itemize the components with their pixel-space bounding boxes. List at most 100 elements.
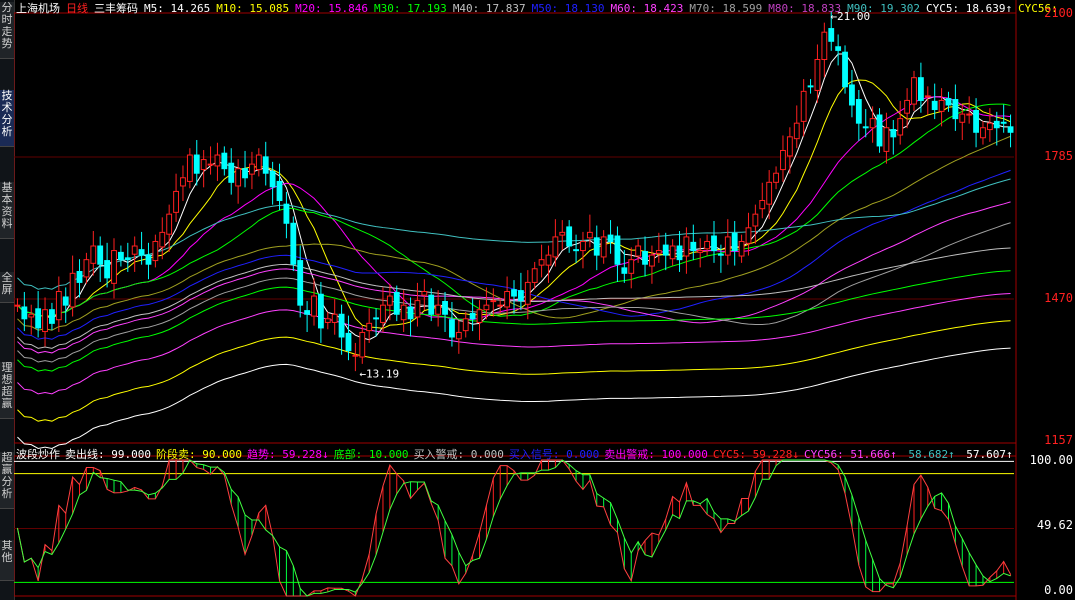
ma-line-50 [17,169,1011,340]
candle-body-120 [842,51,848,88]
candle-body-95 [669,245,676,260]
candle-body-108 [759,200,766,210]
candle-body-107 [752,213,759,227]
candle-body-133 [931,100,938,111]
candle-body-37 [269,170,276,188]
candle-body-75 [531,268,538,283]
candle-body-83 [586,231,593,239]
candle-body-38 [276,180,283,202]
ma-value-7: M70: 18.599 [689,2,763,15]
candle-body-128 [897,118,904,136]
candle-body-71 [504,291,511,308]
candle-body-62 [442,301,448,315]
indicator-value-4: 买入警戒: 0.000 [413,448,504,461]
candle-body-33 [242,168,248,179]
ma-values: M5: 14.265 M10: 15.085 M20: 15.846 M30: 17.… [144,2,1064,15]
candle-body-105 [738,240,745,257]
indicator-value-6: 卖出警戒: 100.000 [604,448,708,461]
tab-other[interactable]: 其他 [0,540,14,581]
candle-body-20 [152,240,159,262]
candle-body-59 [421,291,428,296]
candle-body-19 [145,254,152,265]
stock-name: 上海机场 [16,2,60,15]
tab-ideal-win[interactable]: 理想超赢 [0,362,14,419]
candle-body-132 [924,95,931,98]
indicator-tick-mid: 49.62 [1036,518,1073,532]
price-tick-low: 1157 [1044,433,1073,447]
candle-body-31 [228,162,235,183]
candle-body-93 [655,250,662,254]
candle-body-74 [524,281,531,305]
candle-body-72 [511,289,517,297]
ma-value-2: M20: 15.846 [295,2,368,15]
candle-body-115 [807,85,814,88]
price-tick-3: 1470 [1044,291,1073,305]
candle-body-40 [290,222,297,265]
indicator-value-1: 阶段卖: 90.000 [155,448,242,461]
candle-body-143 [1000,121,1007,124]
price-tick-high: 2100 [1044,6,1073,20]
candle-body-88 [621,267,628,274]
sidebar: 分时走势 技术分析 基本资料 全屏 理想超赢 超赢分析 其他 [0,0,15,600]
candle-body-46 [331,313,338,323]
indicator-value-0: 卖出线: 99.000 [65,448,151,461]
candle-body-114 [800,90,807,122]
candle-body-137 [959,113,966,123]
candle-body-41 [297,260,304,306]
candle-body-64 [455,331,462,340]
candle-body-13 [104,260,111,279]
candle-body-79 [559,231,566,236]
candle-body-63 [449,319,455,338]
candle-body-68 [483,304,490,311]
candle-body-92 [649,254,655,267]
candle-body-21 [159,231,166,248]
candle-body-54 [386,295,393,306]
tab-fundamentals[interactable]: 基本资料 [0,182,14,239]
candle-body-25 [186,154,193,182]
candle-body-141 [986,122,993,131]
candle-body-50 [359,331,366,358]
candle-body-111 [780,149,786,171]
indicator-value-7: CYC5: 59.228↓ [712,448,799,461]
method-label: 三丰筹码 [94,2,138,15]
tab-intraday[interactable]: 分时走势 [0,2,14,59]
candle-body-100 [704,240,711,250]
ma-value-6: M60: 18.423 [610,2,684,15]
candle-body-80 [566,226,573,247]
candle-body-134 [938,99,945,112]
candle-body-39 [283,203,290,224]
candle-body-51 [366,322,373,332]
candle-body-16 [124,257,131,261]
tab-fullscreen[interactable]: 全屏 [0,272,14,303]
candle-body-124 [869,118,876,129]
ma-value-3: M30: 17.193 [373,2,447,15]
indicator-legend-bar: 波段炒作 卖出线: 99.000 阶段卖: 90.000 趋势: 59.228↓ 底部:… [16,446,1023,461]
chart-area[interactable]: ←21.00←13.19 [14,0,1075,600]
candle-body-5 [49,309,55,324]
candle-body-144 [1007,126,1014,133]
candle-body-142 [993,120,1000,129]
candle-body-3 [35,308,42,329]
candle-body-136 [952,99,959,120]
candle-body-61 [435,304,442,315]
candle-body-96 [676,245,683,261]
period-label: 日线 [66,2,88,15]
candle-body-14 [111,250,117,284]
candle-body-104 [731,232,738,252]
candle-body-60 [428,294,435,315]
candle-body-35 [255,154,262,171]
candle-body-122 [855,99,862,124]
tab-technical-analysis[interactable]: 技术分析 [0,90,14,147]
candle-body-45 [324,318,331,323]
candle-body-24 [180,177,186,187]
candle-body-66 [469,312,476,320]
tab-win-analysis[interactable]: 超赢分析 [0,452,14,509]
candle-body-23 [173,190,179,213]
candle-body-70 [497,304,504,307]
candle-body-2 [28,313,35,318]
candle-body-127 [890,129,897,138]
candle-body-43 [311,295,317,317]
candle-body-135 [945,98,952,106]
indicator-values: 卖出线: 99.000 阶段卖: 90.000 趋势: 59.228↓ 底部: 10.… [65,448,1018,461]
candle-body-117 [821,31,828,60]
